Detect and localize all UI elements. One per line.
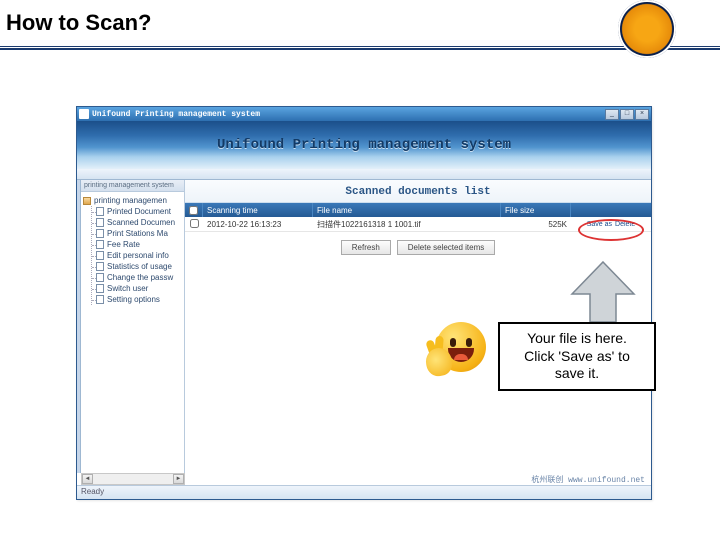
app-icon (79, 109, 89, 119)
tree-item-scanned[interactable]: Scanned Documen (92, 217, 182, 228)
delete-link[interactable]: Delete (615, 221, 635, 228)
tree-item-switch-user[interactable]: Switch user (92, 283, 182, 294)
tree-root-label: printing managemen (94, 196, 167, 205)
scroll-right-icon[interactable]: ► (173, 474, 184, 484)
tree-item-stations[interactable]: Print Stations Ma (92, 228, 182, 239)
col-actions (571, 203, 651, 217)
row-filename: 扫描件1022161318 1 1001.tif (313, 219, 501, 230)
doc-icon (96, 229, 104, 238)
banner-text: Unifound Printing management system (217, 137, 511, 153)
select-all-checkbox[interactable] (185, 203, 203, 217)
window-controls: _ □ × (605, 109, 649, 120)
instruction-callout: Your file is here. Click 'Save as' to sa… (498, 322, 656, 391)
scroll-left-icon[interactable]: ◄ (82, 474, 93, 484)
minimize-button[interactable]: _ (605, 109, 619, 120)
tree-item-printed[interactable]: Printed Document (92, 206, 182, 217)
delete-selected-button[interactable]: Delete selected items (397, 240, 495, 255)
close-button[interactable]: × (635, 109, 649, 120)
tree-item-edit-info[interactable]: Edit personal info (92, 250, 182, 261)
app-window: Unifound Printing management system _ □ … (76, 106, 652, 500)
title-underline (0, 46, 720, 49)
col-file-name[interactable]: File name (313, 203, 501, 217)
doc-icon (96, 218, 104, 227)
doc-icon (96, 262, 104, 271)
tree-root-item[interactable]: printing managemen (83, 195, 182, 206)
grid-header: Scanning time File name File size (185, 203, 651, 217)
row-filesize: 525K (501, 220, 571, 229)
banner: Unifound Printing management system (77, 121, 651, 169)
tree-item-fee-rate[interactable]: Fee Rate (92, 239, 182, 250)
slide-title: How to Scan? (6, 10, 151, 36)
statusbar: Ready (77, 485, 651, 499)
doc-icon (96, 240, 104, 249)
horizontal-scrollbar[interactable]: ◄ ► (81, 473, 185, 485)
sidebar-header: printing management system (81, 180, 184, 192)
toolbar (77, 169, 651, 180)
doc-icon (96, 273, 104, 282)
row-time: 2012-10-22 16:13:23 (203, 220, 313, 229)
col-file-size[interactable]: File size (501, 203, 571, 217)
window-title: Unifound Printing management system (92, 110, 605, 119)
save-as-link[interactable]: Save as (587, 221, 612, 228)
tree-item-change-password[interactable]: Change the passw (92, 272, 182, 283)
doc-icon (96, 207, 104, 216)
footer-brand: 杭州联创 www.unifound.net (531, 474, 645, 485)
sidebar: printing management system printing mana… (81, 180, 185, 473)
callout-line3: save it. (504, 365, 650, 383)
doc-icon (96, 251, 104, 260)
doc-icon (96, 284, 104, 293)
doc-icon (96, 295, 104, 304)
callout-line1: Your file is here. (504, 330, 650, 348)
folder-icon (83, 197, 91, 205)
laughing-emoji-icon (428, 322, 486, 380)
action-buttons: Refresh Delete selected items (185, 232, 651, 263)
main-heading: Scanned documents list (185, 180, 651, 203)
maximize-button[interactable]: □ (620, 109, 634, 120)
refresh-button[interactable]: Refresh (341, 240, 391, 255)
table-row: 2012-10-22 16:13:23 扫描件1022161318 1 1001… (185, 217, 651, 232)
callout-line2: Click 'Save as' to (504, 348, 650, 366)
school-logo (618, 0, 676, 58)
col-scanning-time[interactable]: Scanning time (203, 203, 313, 217)
tree-item-statistics[interactable]: Statistics of usage (92, 261, 182, 272)
titlebar: Unifound Printing management system _ □ … (77, 107, 651, 121)
row-checkbox[interactable] (185, 219, 203, 230)
tree-item-settings[interactable]: Setting options (92, 294, 182, 305)
